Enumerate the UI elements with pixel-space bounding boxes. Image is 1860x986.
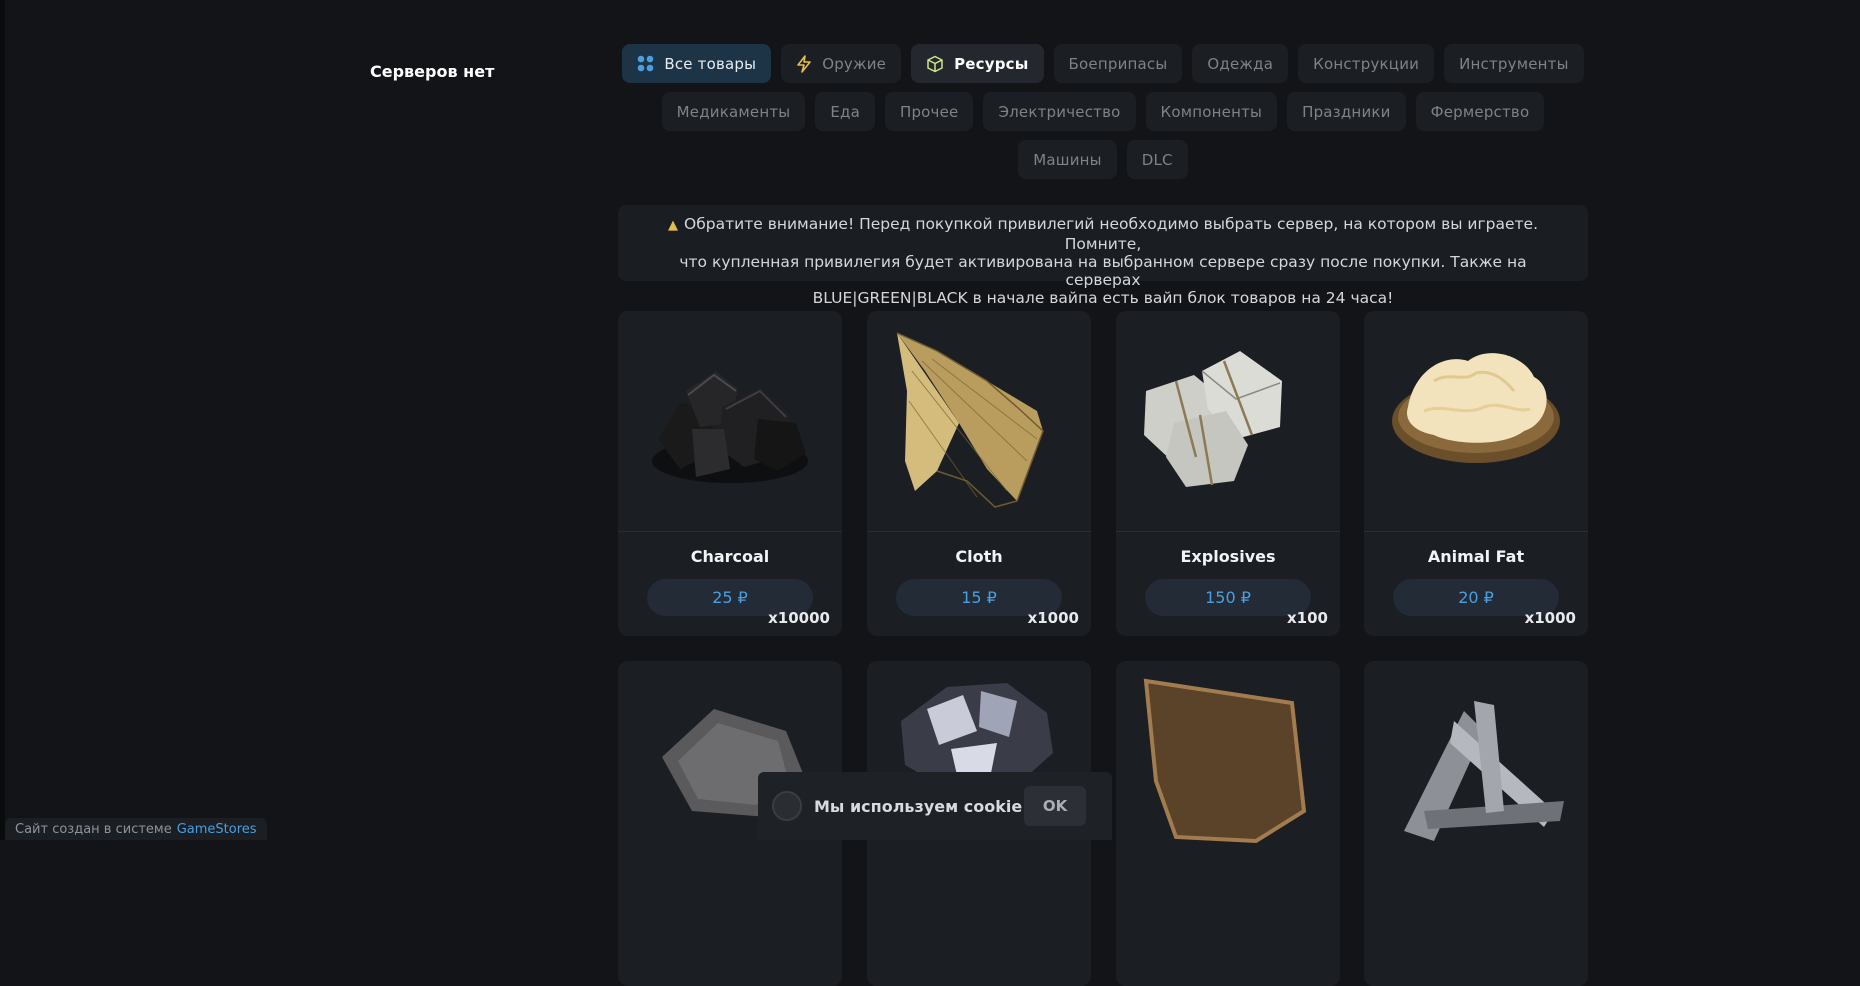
cube-icon — [926, 55, 944, 73]
card-divider — [1364, 531, 1588, 532]
category-row: Медикаменты Еда Прочее Электричество Ком… — [618, 92, 1588, 131]
tab-dlc[interactable]: DLC — [1126, 140, 1188, 179]
tab-clothing[interactable]: Одежда — [1192, 44, 1289, 83]
tab-misc[interactable]: Прочее — [884, 92, 974, 131]
lightning-icon — [796, 54, 812, 73]
tab-label: Инструменты — [1459, 54, 1569, 73]
tab-label: Все товары — [664, 54, 757, 73]
tab-constructions[interactable]: Конструкции — [1298, 44, 1435, 83]
product-image-cloth — [867, 311, 1091, 531]
notice-line: ▲ Обратите внимание! Перед покупкой приви… — [668, 215, 1538, 253]
product-image-sulfur — [618, 661, 842, 881]
product-card[interactable] — [1116, 661, 1340, 986]
tab-ammo[interactable]: Боеприпасы — [1053, 44, 1183, 83]
card-divider — [867, 531, 1091, 532]
product-card[interactable]: Explosives 150 ₽ x100 — [1116, 311, 1340, 636]
tab-label: DLC — [1141, 150, 1173, 169]
cookie-icon — [772, 791, 802, 821]
category-row: Все товары Оружие Ресурсы Боеприпасы Оде… — [618, 44, 1588, 83]
tab-label: Боеприпасы — [1068, 54, 1168, 73]
product-image-metal-fragments — [1364, 661, 1588, 881]
credit-text: Сайт создан в системе — [15, 821, 172, 837]
tab-label: Ресурсы — [954, 54, 1029, 73]
tab-vehicles[interactable]: Машины — [1018, 140, 1117, 179]
grid-icon — [637, 55, 654, 72]
tab-label: Праздники — [1302, 102, 1391, 121]
product-quantity: x1000 — [1524, 609, 1576, 627]
tab-label: Компоненты — [1160, 102, 1263, 121]
product-quantity: x100 — [1287, 609, 1328, 627]
card-divider — [618, 531, 842, 532]
tab-farming[interactable]: Фермерство — [1415, 92, 1545, 131]
tab-label: Машины — [1033, 150, 1102, 169]
warning-icon: ▲ — [668, 218, 678, 233]
product-card[interactable]: Charcoal 25 ₽ x10000 — [618, 311, 842, 636]
tab-holidays[interactable]: Праздники — [1287, 92, 1406, 131]
tab-label: Конструкции — [1313, 54, 1420, 73]
tab-weapons[interactable]: Оружие — [781, 44, 902, 83]
product-quantity: x1000 — [1027, 609, 1079, 627]
tab-components[interactable]: Компоненты — [1145, 92, 1278, 131]
product-quantity: x10000 — [768, 609, 830, 627]
product-name: Cloth — [955, 547, 1003, 566]
product-name: Explosives — [1180, 547, 1276, 566]
product-image-metal-ore — [867, 661, 1091, 881]
product-card[interactable] — [1364, 661, 1588, 986]
product-card[interactable]: Animal Fat 20 ₽ x1000 — [1364, 311, 1588, 636]
notice-line: BLUE|GREEN|BLACK в начале вайпа есть вай… — [812, 289, 1394, 307]
credit-brand-link[interactable]: GameStores — [177, 822, 257, 837]
category-row: Машины DLC — [618, 140, 1588, 179]
footer-credit: Сайт создан в системе GameStores — [5, 818, 267, 840]
cookie-banner: Мы используем cookie OK — [758, 772, 1112, 840]
card-divider — [1116, 531, 1340, 532]
product-image-animal-fat — [1364, 311, 1588, 531]
product-name: Charcoal — [690, 547, 770, 566]
tab-label: Одежда — [1207, 54, 1274, 73]
tab-label: Электричество — [998, 102, 1121, 121]
product-image-explosives — [1116, 311, 1340, 531]
notice-line: что купленная привилегия будет активиров… — [679, 253, 1527, 289]
tab-all[interactable]: Все товары — [622, 44, 772, 83]
product-image-charcoal — [618, 311, 842, 531]
tab-tools[interactable]: Инструменты — [1444, 44, 1584, 83]
tab-label: Прочее — [899, 102, 959, 121]
tab-food[interactable]: Еда — [815, 92, 875, 131]
notice-banner: ▲ Обратите внимание! Перед покупкой приви… — [618, 205, 1588, 307]
product-image-leather — [1116, 661, 1340, 881]
tab-medical[interactable]: Медикаменты — [661, 92, 806, 131]
tab-label: Медикаменты — [676, 102, 791, 121]
product-card[interactable]: Cloth 15 ₽ x1000 — [867, 311, 1091, 636]
left-edge — [0, 0, 5, 840]
tab-electricity[interactable]: Электричество — [983, 92, 1136, 131]
product-name: Animal Fat — [1427, 547, 1525, 566]
cookie-ok-button[interactable]: OK — [1024, 786, 1086, 826]
servers-label: Серверов нет — [370, 62, 495, 81]
tab-label: Оружие — [822, 54, 887, 73]
tab-label: Еда — [830, 102, 860, 121]
tab-resources[interactable]: Ресурсы — [911, 44, 1044, 83]
cookie-text: Мы используем cookie — [814, 796, 1023, 816]
tab-label: Фермерство — [1430, 102, 1530, 121]
